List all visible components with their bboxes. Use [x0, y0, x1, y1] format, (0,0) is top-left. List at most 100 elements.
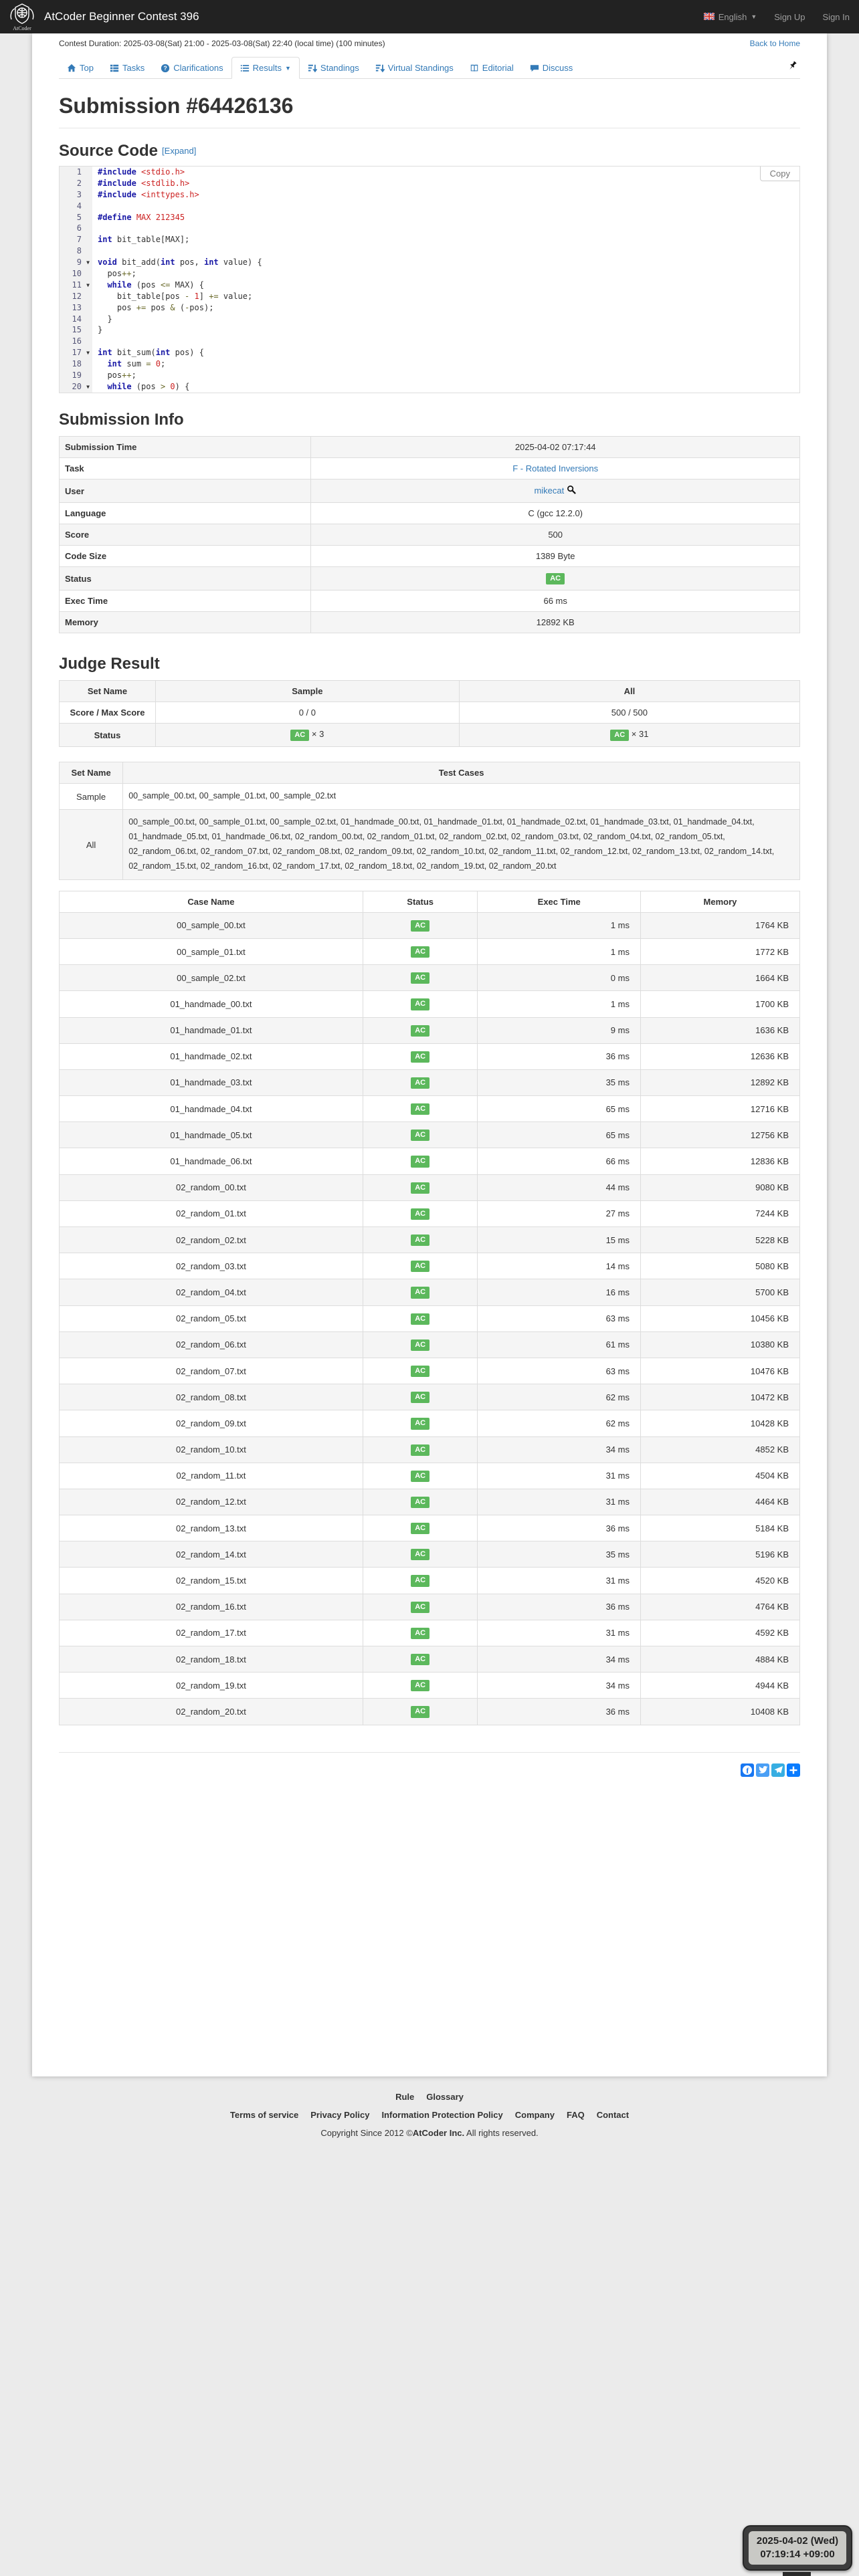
case-status: AC	[362, 1121, 478, 1149]
info-value: 12892 KB	[310, 611, 800, 634]
footer-link-company[interactable]: Company	[515, 2110, 555, 2120]
status-badge: AC	[411, 1496, 430, 1509]
divider	[59, 1751, 800, 1753]
info-label: Score	[58, 524, 312, 546]
code-text: pos += pos & (-pos);	[98, 302, 214, 312]
case-memory: 10428 KB	[640, 1410, 801, 1437]
table-row: 02_random_12.txt AC 31 ms 4464 KB	[59, 1488, 801, 1516]
fold-toggle-icon[interactable]: ▼	[84, 381, 92, 393]
language-dropdown[interactable]: English ▼	[702, 11, 757, 22]
table-row: Score 500	[58, 524, 800, 546]
table-row: 02_random_18.txt AC 34 ms 4884 KB	[59, 1645, 801, 1673]
pushpin-icon[interactable]	[787, 60, 799, 72]
line-number: 20	[60, 381, 84, 393]
search-icon[interactable]	[564, 486, 577, 497]
user-link[interactable]: mikecat	[534, 486, 564, 496]
tab-editorial[interactable]: Editorial	[462, 58, 522, 78]
table-row: 01_handmade_02.txt AC 36 ms 12636 KB	[59, 1043, 801, 1070]
line-number: 11	[60, 279, 84, 291]
sign-in-link[interactable]: Sign In	[823, 12, 850, 22]
status-badge: AC	[411, 1130, 430, 1142]
case-exec-time: 31 ms	[477, 1619, 641, 1647]
copy-code-button[interactable]: Copy	[759, 167, 799, 181]
footer-link-faq[interactable]: FAQ	[567, 2110, 585, 2120]
footer-link-information-protection-policy[interactable]: Information Protection Policy	[381, 2110, 502, 2120]
contest-title[interactable]: AtCoder Beginner Contest 396	[44, 10, 199, 23]
footer-link-privacy-policy[interactable]: Privacy Policy	[310, 2110, 369, 2120]
status-badge: AC	[411, 1575, 430, 1587]
row-label: Status	[59, 723, 156, 748]
case-name: 02_random_00.txt	[59, 1174, 363, 1201]
case-name: 02_random_15.txt	[59, 1567, 363, 1594]
case-exec-time: 36 ms	[477, 1593, 641, 1620]
task-link[interactable]: F - Rotated Inversions	[512, 463, 598, 473]
footer-link-contact[interactable]: Contact	[597, 2110, 629, 2120]
footer-link-terms-of-service[interactable]: Terms of service	[230, 2110, 298, 2120]
fold-gutter	[84, 177, 92, 189]
case-exec-time: 63 ms	[477, 1357, 641, 1385]
facebook-share-icon[interactable]: f	[741, 1763, 754, 1777]
table-row: 02_random_15.txt AC 31 ms 4520 KB	[59, 1567, 801, 1594]
expand-link[interactable]: [Expand]	[162, 146, 196, 156]
case-memory: 4464 KB	[640, 1488, 801, 1516]
case-memory: 5080 KB	[640, 1253, 801, 1280]
line-number: 12	[60, 290, 84, 302]
case-memory: 1772 KB	[640, 938, 801, 966]
case-memory: 9080 KB	[640, 1174, 801, 1201]
tab-tasks[interactable]: Tasks	[102, 58, 153, 78]
status-badge: AC	[411, 972, 430, 984]
uk-flag-icon	[702, 11, 715, 22]
table-row: 02_random_08.txt AC 62 ms 10472 KB	[59, 1384, 801, 1411]
footer-link-rule[interactable]: Rule	[395, 2092, 414, 2102]
status-badge: AC	[411, 946, 430, 958]
code-line: 1 #include <stdio.h>	[60, 167, 799, 178]
table-row: 02_random_07.txt AC 63 ms 10476 KB	[59, 1357, 801, 1385]
case-name: 02_random_19.txt	[59, 1672, 363, 1699]
table-row: 02_random_02.txt AC 15 ms 5228 KB	[59, 1226, 801, 1254]
fold-gutter	[84, 302, 92, 314]
tab-label: Discuss	[542, 63, 573, 73]
table-row: 00_sample_02.txt AC 0 ms 1664 KB	[59, 964, 801, 992]
case-exec-time: 61 ms	[477, 1331, 641, 1358]
more-share-icon[interactable]	[787, 1763, 800, 1777]
twitter-share-icon[interactable]	[756, 1763, 769, 1777]
fold-toggle-icon[interactable]: ▼	[84, 347, 92, 359]
fold-toggle-icon[interactable]: ▼	[84, 279, 92, 291]
tab-virtual-standings[interactable]: Virtual Standings	[367, 58, 462, 78]
case-status: AC	[362, 1593, 478, 1620]
status-badge: AC	[411, 1103, 430, 1115]
table-row: Status AC × 3 AC × 31	[59, 723, 801, 748]
tab-standings[interactable]: Standings	[300, 58, 367, 78]
tab-results[interactable]: Results ▼	[231, 57, 300, 79]
back-to-home-link[interactable]: Back to Home	[750, 39, 800, 55]
case-exec-time: 34 ms	[477, 1672, 641, 1699]
info-label: Status	[58, 566, 312, 591]
case-status: AC	[362, 1148, 478, 1175]
telegram-share-icon[interactable]	[771, 1763, 785, 1777]
table-row: Exec Time 66 ms	[58, 590, 800, 613]
tab-discuss[interactable]: Discuss	[522, 58, 581, 78]
tab-label: Editorial	[482, 63, 514, 73]
fold-gutter	[84, 234, 92, 246]
sign-up-link[interactable]: Sign Up	[774, 12, 805, 22]
case-status: AC	[362, 1436, 478, 1463]
atcoder-logo[interactable]: AtCoder	[7, 1, 37, 32]
case-exec-time: 66 ms	[477, 1148, 641, 1175]
case-exec-time: 34 ms	[477, 1436, 641, 1463]
fold-toggle-icon[interactable]: ▼	[84, 257, 92, 269]
status-badge: AC	[411, 1287, 430, 1299]
case-name: 01_handmade_02.txt	[59, 1043, 363, 1070]
table-row: 02_random_01.txt AC 27 ms 7244 KB	[59, 1200, 801, 1228]
tab-top[interactable]: Top	[59, 58, 102, 78]
case-memory: 10472 KB	[640, 1384, 801, 1411]
info-value: 1389 Byte	[310, 545, 800, 567]
tab-clarifications[interactable]: ? Clarifications	[153, 58, 231, 78]
case-name: 02_random_08.txt	[59, 1384, 363, 1411]
case-memory: 1700 KB	[640, 990, 801, 1018]
case-name: 02_random_13.txt	[59, 1515, 363, 1542]
case-memory: 4592 KB	[640, 1619, 801, 1647]
footer-link-glossary[interactable]: Glossary	[426, 2092, 464, 2102]
case-memory: 12716 KB	[640, 1095, 801, 1123]
